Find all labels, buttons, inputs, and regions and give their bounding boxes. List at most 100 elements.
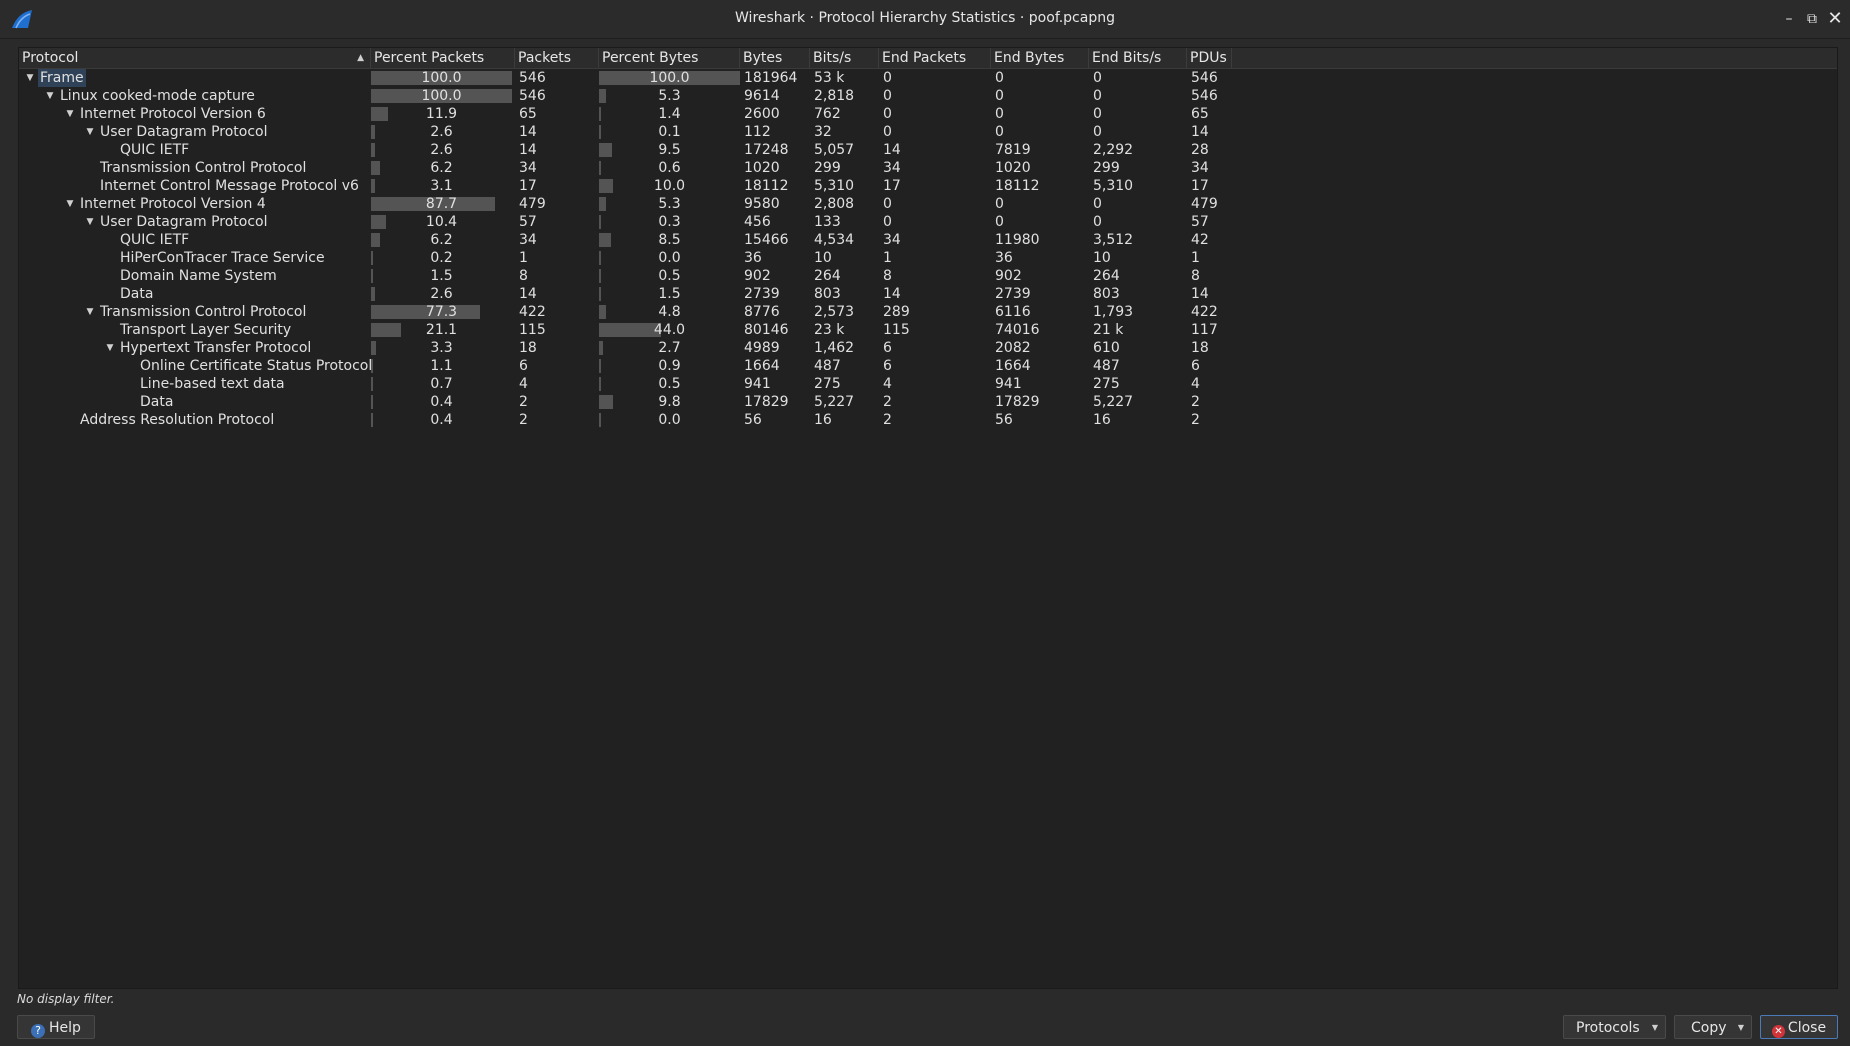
percent-bytes: 44.0 — [599, 321, 740, 339]
percent-packets: 10.4 — [371, 213, 512, 231]
close-window-icon[interactable]: ✕ — [1824, 8, 1846, 30]
header-end-packets[interactable]: End Packets — [879, 48, 991, 68]
close-button[interactable]: ✕ Close — [1760, 1015, 1838, 1039]
packets-cell: 17 — [519, 178, 537, 194]
bits-per-sec-cell: 4,534 — [814, 232, 855, 248]
end-bytes-cell: 1020 — [995, 160, 1031, 176]
table-row[interactable]: HiPerConTracer Trace Service 0.2 1 0.0 36 10 1… — [19, 249, 1837, 267]
table-row[interactable]: Domain Name System 1.5 8 0.5 902 264 8 902 264 8 — [19, 267, 1837, 285]
header-bits-per-sec[interactable]: Bits/s — [810, 48, 879, 68]
expand-toggle-icon[interactable]: ▼ — [23, 69, 37, 87]
end-bytes-cell: 0 — [995, 106, 1004, 122]
column-header: Protocol ▲ Percent Packets Packets Percen… — [19, 48, 1837, 69]
table-row[interactable]: QUIC IETF 2.6 14 9.5 17248 5,057 14 7819 2,292 28 — [19, 141, 1837, 159]
table-row[interactable]: Line-based text data 0.7 4 0.5 941 275 4 941 275… — [19, 375, 1837, 393]
packets-cell: 479 — [519, 196, 546, 212]
table-row[interactable]: ▼ Hypertext Transfer Protocol 3.3 18 2.7 4989… — [19, 339, 1837, 357]
percent-bytes: 0.0 — [599, 411, 740, 429]
expand-toggle-icon[interactable]: ▼ — [63, 195, 77, 213]
percent-packets: 100.0 — [371, 87, 512, 105]
expand-toggle-icon[interactable]: ▼ — [83, 213, 97, 231]
percent-bytes: 0.5 — [599, 375, 740, 393]
percent-bytes-value: 0.1 — [658, 124, 681, 140]
protocol-hierarchy-tree[interactable]: Protocol ▲ Percent Packets Packets Percen… — [18, 47, 1838, 989]
header-percent-bytes[interactable]: Percent Bytes — [599, 48, 740, 68]
percent-bytes: 0.0 — [599, 249, 740, 267]
protocol-name: Internet Protocol Version 6 — [80, 106, 266, 122]
table-row[interactable]: Data 2.6 14 1.5 2739 803 14 2739 803 14 — [19, 285, 1837, 303]
table-row[interactable]: Address Resolution Protocol 0.4 2 0.0 56 16 2 5… — [19, 411, 1837, 429]
percent-bytes-value: 0.0 — [658, 250, 681, 266]
end-packets-cell: 0 — [883, 214, 892, 230]
percent-packets-value: 2.6 — [430, 124, 453, 140]
bytes-cell: 1020 — [744, 160, 780, 176]
protocol-cell: ▼ Linux cooked-mode capture — [19, 87, 371, 105]
percent-packets-value: 1.5 — [430, 268, 453, 284]
percent-bytes: 10.0 — [599, 177, 740, 195]
table-row[interactable]: Internet Control Message Protocol v6 3.1 1… — [19, 177, 1837, 195]
end-bits-per-sec-cell: 487 — [1093, 358, 1120, 374]
percent-packets: 77.3 — [371, 303, 512, 321]
end-packets-cell: 2 — [883, 412, 892, 428]
protocol-name: Transmission Control Protocol — [100, 304, 307, 320]
percent-bytes-value: 44.0 — [653, 322, 686, 338]
percent-packets-value: 3.3 — [430, 340, 453, 356]
header-percent-packets[interactable]: Percent Packets — [371, 48, 515, 68]
table-row[interactable]: ▼ Internet Protocol Version 6 11.9 65 1.4 260… — [19, 105, 1837, 123]
packets-cell: 1 — [519, 250, 528, 266]
help-icon: ? — [31, 1024, 46, 1038]
end-bits-per-sec-cell: 3,512 — [1093, 232, 1134, 248]
protocol-name: Linux cooked-mode capture — [60, 88, 255, 104]
table-row[interactable]: ▼ Transmission Control Protocol 77.3 422 4.8… — [19, 303, 1837, 321]
bytes-cell: 456 — [744, 214, 771, 230]
expand-toggle-icon[interactable]: ▼ — [63, 105, 77, 123]
chevron-down-icon: ▼ — [1651, 1023, 1658, 1032]
end-bits-per-sec-cell: 21 k — [1093, 322, 1124, 338]
table-row[interactable]: ▼ User Datagram Protocol 10.4 57 0.3 456 133 0 0… — [19, 213, 1837, 231]
end-bits-per-sec-cell: 16 — [1093, 412, 1111, 428]
table-row[interactable]: ▼ Internet Protocol Version 4 87.7 479 5.3 95… — [19, 195, 1837, 213]
protocol-cell: ▼ User Datagram Protocol — [19, 213, 371, 231]
bits-per-sec-cell: 2,573 — [814, 304, 855, 320]
percent-packets: 0.7 — [371, 375, 512, 393]
table-row[interactable]: Online Certificate Status Protocol 1.1 6 0.… — [19, 357, 1837, 375]
end-bits-per-sec-cell: 0 — [1093, 124, 1102, 140]
table-row[interactable]: Data 0.4 2 9.8 17829 5,227 2 17829 5,227 2 — [19, 393, 1837, 411]
percent-bytes: 5.3 — [599, 195, 740, 213]
table-row[interactable]: ▼ User Datagram Protocol 2.6 14 0.1 112 32 0 0 0 1… — [19, 123, 1837, 141]
header-bytes[interactable]: Bytes — [740, 48, 810, 68]
packets-cell: 2 — [519, 412, 528, 428]
header-end-bytes[interactable]: End Bytes — [991, 48, 1089, 68]
table-row[interactable]: ▼ Frame 100.0 546 100.0 181964 53 k 0 0 0 546 — [19, 69, 1837, 87]
help-button[interactable]: ? Help — [17, 1015, 95, 1039]
table-row[interactable]: QUIC IETF 6.2 34 8.5 15466 4,534 34 11980 3,512 4… — [19, 231, 1837, 249]
pdus-cell: 1 — [1191, 250, 1200, 266]
header-protocol[interactable]: Protocol ▲ — [19, 48, 371, 68]
table-row[interactable]: Transport Layer Security 21.1 115 44.0 80146… — [19, 321, 1837, 339]
copy-button[interactable]: Copy ▼ — [1674, 1015, 1752, 1039]
expand-toggle-icon[interactable]: ▼ — [103, 339, 117, 357]
expand-toggle-icon[interactable]: ▼ — [83, 123, 97, 141]
end-bits-per-sec-cell: 5,310 — [1093, 178, 1134, 194]
protocol-name: Domain Name System — [120, 268, 277, 284]
protocol-name: Internet Protocol Version 4 — [80, 196, 266, 212]
table-row[interactable]: Transmission Control Protocol 6.2 34 0.6 102… — [19, 159, 1837, 177]
pdus-cell: 4 — [1191, 376, 1200, 392]
expand-toggle-icon[interactable]: ▼ — [43, 87, 57, 105]
table-row[interactable]: ▼ Linux cooked-mode capture 100.0 546 5.3 961… — [19, 87, 1837, 105]
window-title: Wireshark · Protocol Hierarchy Statistic… — [735, 10, 1115, 26]
end-bytes-cell: 0 — [995, 70, 1004, 86]
maximize-icon[interactable]: ⧉ — [1801, 8, 1823, 30]
end-packets-cell: 17 — [883, 178, 901, 194]
header-end-bits-per-sec[interactable]: End Bits/s — [1089, 48, 1187, 68]
header-pdus[interactable]: PDUs — [1187, 48, 1232, 68]
protocol-cell: ▼ Hypertext Transfer Protocol — [19, 339, 371, 357]
header-packets[interactable]: Packets — [515, 48, 599, 68]
bits-per-sec-cell: 1,462 — [814, 340, 855, 356]
protocols-button[interactable]: Protocols ▼ — [1563, 1015, 1666, 1039]
pdus-cell: 14 — [1191, 124, 1209, 140]
percent-packets-value: 1.1 — [430, 358, 453, 374]
expand-toggle-icon[interactable]: ▼ — [83, 303, 97, 321]
percent-bytes-value: 0.6 — [658, 160, 681, 176]
minimize-icon[interactable]: – — [1778, 8, 1800, 30]
